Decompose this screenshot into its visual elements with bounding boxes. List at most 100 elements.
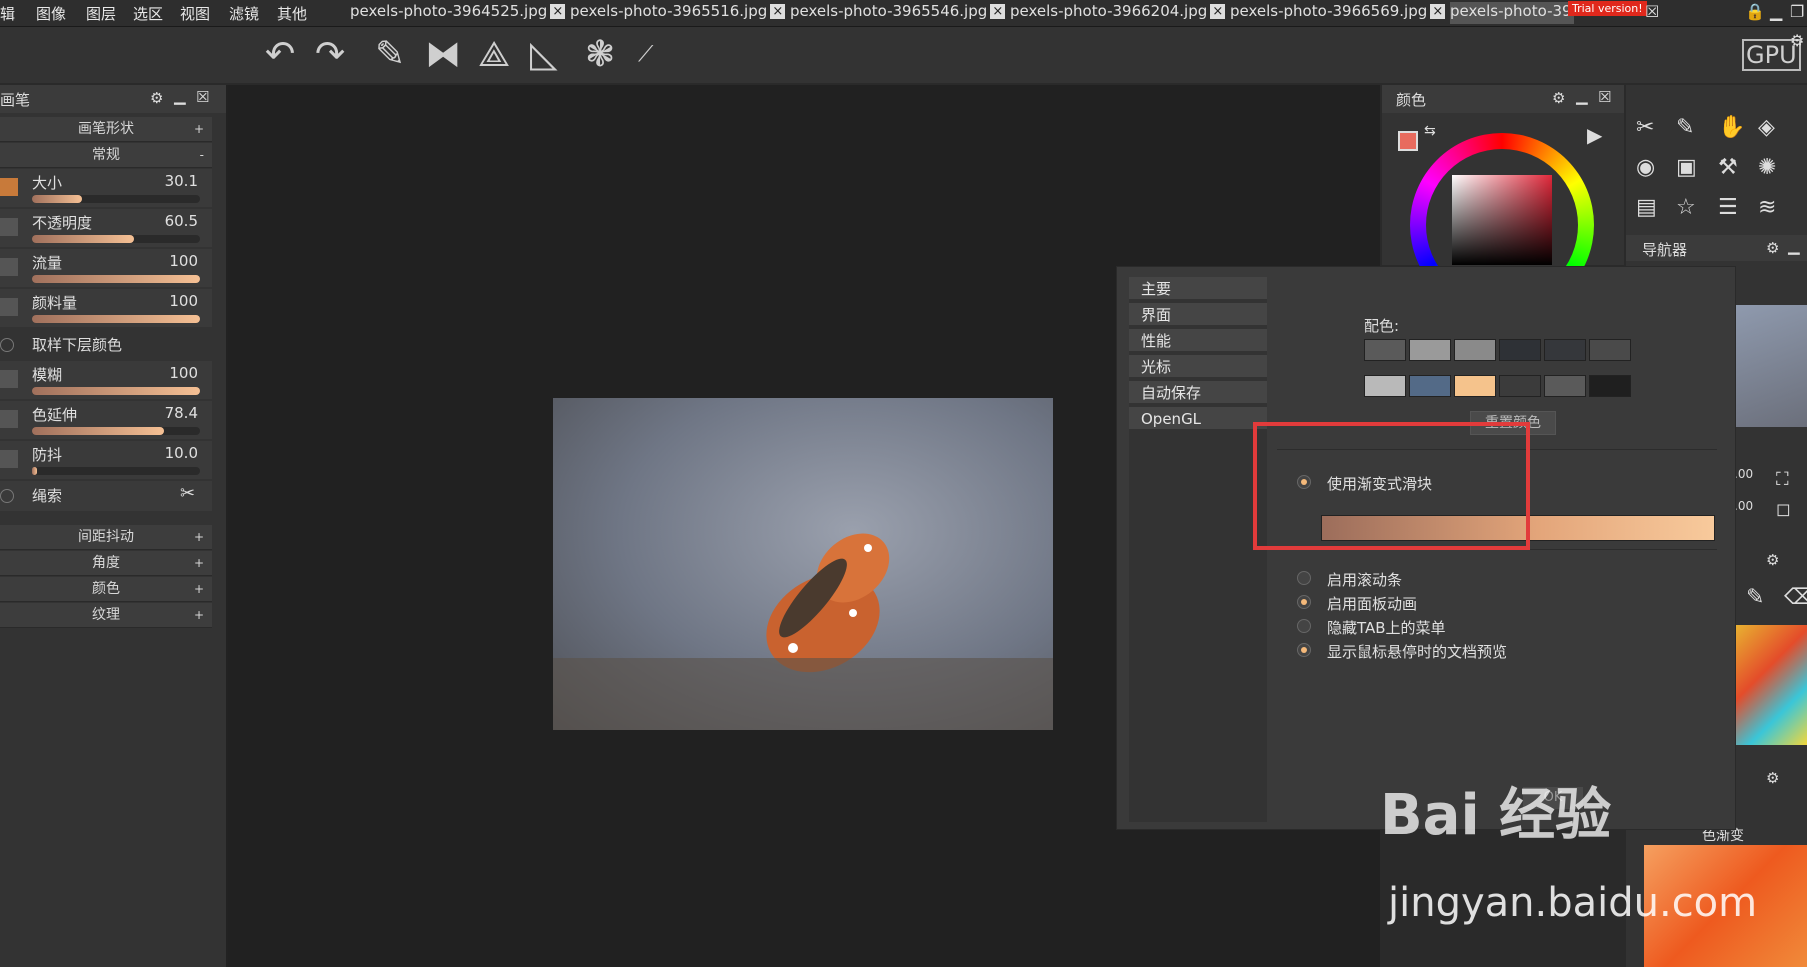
doc-tab-active[interactable]: pexels-photo-39	[1450, 2, 1574, 24]
nav-interface[interactable]: 界面	[1129, 303, 1267, 327]
menu-image[interactable]: 图像	[36, 3, 66, 24]
hand-icon[interactable]: ✋	[1718, 115, 1745, 140]
sample-radio[interactable]	[0, 338, 14, 352]
gear-icon[interactable]: ⚙	[1766, 551, 1779, 569]
close-icon[interactable]: ×	[990, 4, 1006, 19]
palette-swatch[interactable]	[1589, 375, 1631, 397]
close-icon[interactable]: ×	[1210, 4, 1226, 19]
palette-swatch[interactable]	[1364, 339, 1406, 361]
nav-main[interactable]: 主要	[1129, 277, 1267, 301]
doc-tab[interactable]: pexels-photo-3965546.jpg ×	[790, 2, 1006, 24]
flow-toggle[interactable]	[0, 258, 18, 276]
star-icon[interactable]: ☆	[1676, 195, 1696, 220]
document-image[interactable]	[553, 398, 1053, 730]
param-stabilizer[interactable]: 防抖 10.0	[0, 441, 212, 479]
record-icon[interactable]: ◉	[1636, 155, 1655, 180]
hammer-icon[interactable]: ⚒	[1718, 155, 1738, 180]
menu-layer[interactable]: 图层	[86, 3, 116, 24]
stabilizer-toggle[interactable]	[0, 450, 18, 468]
palette-swatch[interactable]	[1454, 375, 1496, 397]
param-flow[interactable]: 流量 100	[0, 249, 212, 287]
option-doc-preview[interactable]: 显示鼠标悬停时的文档预览	[1297, 641, 1507, 662]
gear-icon[interactable]: ⚙	[1552, 89, 1565, 107]
nav-opengl[interactable]: OpenGL	[1129, 407, 1267, 431]
param-opacity[interactable]: 不透明度 60.5	[0, 209, 212, 247]
nav-performance[interactable]: 性能	[1129, 329, 1267, 353]
brush-icon[interactable]: ✎	[1746, 585, 1764, 610]
brush-icon[interactable]: ✎	[1676, 115, 1694, 140]
redo-icon[interactable]: ↷	[315, 35, 345, 75]
doc-tab[interactable]: pexels-photo-3966569.jpg ×	[1230, 2, 1446, 24]
rope-row[interactable]: 绳索 ✂	[0, 481, 212, 511]
undo-icon[interactable]: ↶	[265, 35, 295, 75]
gear-icon[interactable]: ⚙	[1766, 239, 1779, 257]
close-icon[interactable]: ☒	[196, 88, 209, 106]
actual-size-icon[interactable]: ◻	[1776, 499, 1791, 520]
stack-icon[interactable]: ≋	[1758, 195, 1776, 220]
brush-preview[interactable]	[1734, 625, 1807, 745]
radio[interactable]	[1297, 619, 1311, 633]
palette-swatch[interactable]	[1499, 339, 1541, 361]
palette-swatch[interactable]	[1409, 339, 1451, 361]
symmetry-icon[interactable]: ⧓	[425, 35, 461, 75]
nav-autosave[interactable]: 自动保存	[1129, 381, 1267, 405]
option-hide-tab-menu[interactable]: 隐藏TAB上的菜单	[1297, 617, 1446, 638]
option-panel-animation[interactable]: 启用面板动画	[1297, 593, 1417, 614]
palette-icon[interactable]: ✺	[1758, 155, 1776, 180]
tools-icon[interactable]: ✂	[180, 483, 195, 504]
minimize-icon[interactable]: ▁	[1770, 2, 1782, 21]
close-icon[interactable]: ☒	[1645, 2, 1659, 21]
perspective-icon[interactable]: ⟁	[478, 35, 510, 75]
option-scrollbar[interactable]: 启用滚动条	[1297, 569, 1402, 590]
section-brush-shape[interactable]: 画笔形状 +	[0, 117, 212, 142]
radio[interactable]	[1297, 595, 1311, 609]
menu-view[interactable]: 视图	[180, 3, 210, 24]
blur-toggle[interactable]	[0, 370, 18, 388]
param-color-stretch[interactable]: 色延伸 78.4	[0, 401, 212, 439]
paint-toggle[interactable]	[0, 298, 18, 316]
radio[interactable]	[1297, 643, 1311, 657]
palette-swatch[interactable]	[1454, 339, 1496, 361]
ruler-icon[interactable]: ◺	[530, 35, 558, 75]
eraser-icon[interactable]: ⌫	[1784, 585, 1807, 610]
palette-swatch[interactable]	[1364, 375, 1406, 397]
minimize-icon[interactable]: ▁	[174, 87, 186, 105]
palette-swatch[interactable]	[1544, 339, 1586, 361]
rope-radio[interactable]	[0, 489, 14, 503]
close-icon[interactable]: ×	[1430, 4, 1446, 19]
palette-swatch[interactable]	[1589, 339, 1631, 361]
line-icon[interactable]: ⟋	[638, 35, 653, 75]
close-icon[interactable]: ×	[770, 4, 786, 19]
lock-icon[interactable]: 🔒	[1745, 2, 1765, 21]
section-color[interactable]: 颜色 +	[0, 577, 212, 602]
menu-select[interactable]: 选区	[133, 3, 163, 24]
doc-tab[interactable]: pexels-photo-3966204.jpg ×	[1010, 2, 1226, 24]
section-spacing-jitter[interactable]: 间距抖动 +	[0, 525, 212, 550]
radio[interactable]	[1297, 571, 1311, 585]
gear-icon[interactable]: ⚙	[1790, 31, 1804, 50]
menu-filter[interactable]: 滤镜	[229, 3, 259, 24]
restore-icon[interactable]: ❐	[1790, 2, 1804, 21]
minimize-icon[interactable]: ▁	[1788, 237, 1800, 255]
gear-icon[interactable]: ⚙	[150, 89, 163, 107]
menu-other[interactable]: 其他	[277, 3, 307, 24]
section-general[interactable]: 常规 -	[0, 143, 212, 168]
fit-icon[interactable]: ⛶	[1776, 469, 1789, 490]
mandala-icon[interactable]: ❃	[585, 35, 615, 75]
image-icon[interactable]: ▣	[1676, 155, 1697, 180]
stretch-toggle[interactable]	[0, 410, 18, 428]
foreground-color-swatch[interactable]	[1398, 131, 1418, 151]
palette-swatch[interactable]	[1409, 375, 1451, 397]
close-icon[interactable]: ☒	[1598, 88, 1611, 106]
nav-cursor[interactable]: 光标	[1129, 355, 1267, 379]
size-toggle[interactable]	[0, 178, 18, 196]
section-angle[interactable]: 角度 +	[0, 551, 212, 576]
doc-tab[interactable]: pexels-photo-3964525.jpg ×	[350, 2, 566, 24]
param-size[interactable]: 大小 30.1	[0, 169, 212, 207]
opacity-toggle[interactable]	[0, 218, 18, 236]
palette-swatch[interactable]	[1544, 375, 1586, 397]
close-icon[interactable]: ×	[550, 4, 566, 19]
swap-icon[interactable]: ⇆	[1424, 123, 1436, 139]
palette-swatch[interactable]	[1499, 375, 1541, 397]
brush-icon[interactable]: ✎	[375, 35, 405, 75]
